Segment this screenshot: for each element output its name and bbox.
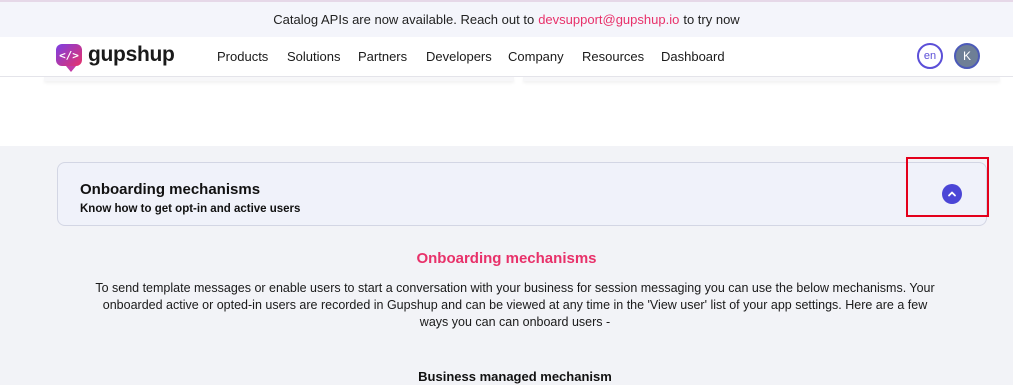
support-email-link[interactable]: devsupport@gupshup.io	[538, 12, 679, 27]
nav-resources[interactable]: Resources	[582, 49, 644, 64]
nav-developers[interactable]: Developers	[426, 49, 492, 64]
main-nav: </> gupshup Products Solutions Partners …	[0, 37, 1013, 77]
logo-text: gupshup	[88, 43, 175, 66]
section-title: Onboarding mechanisms	[416, 250, 597, 267]
gupshup-logo[interactable]: </> gupshup	[56, 43, 175, 72]
language-selector[interactable]: en	[917, 43, 943, 69]
card-bottom-edge-left	[44, 77, 514, 81]
accordion-title: Onboarding mechanisms	[80, 181, 261, 198]
nav-dashboard[interactable]: Dashboard	[661, 49, 725, 64]
banner-suffix: to try now	[683, 12, 740, 27]
logo-icon: </>	[56, 44, 82, 72]
nav-products[interactable]: Products	[217, 49, 268, 64]
content-top-band	[0, 77, 1013, 146]
accordion-subtitle: Know how to get opt-in and active users	[80, 203, 301, 215]
onboarding-accordion-header[interactable]: Onboarding mechanisms Know how to get op…	[57, 162, 987, 226]
nav-partners[interactable]: Partners	[358, 49, 407, 64]
card-bottom-edge-right	[523, 77, 1000, 81]
announcement-banner: Catalog APIs are now available. Reach ou…	[0, 0, 1013, 37]
nav-company[interactable]: Company	[508, 49, 564, 64]
user-avatar[interactable]: K	[954, 43, 980, 69]
banner-text: Catalog APIs are now available. Reach ou…	[273, 12, 535, 27]
section-description: To send template messages or enable user…	[95, 281, 935, 329]
business-managed-heading: Business managed mechanism	[418, 369, 612, 384]
nav-solutions[interactable]: Solutions	[287, 49, 340, 64]
highlight-box	[906, 157, 989, 217]
